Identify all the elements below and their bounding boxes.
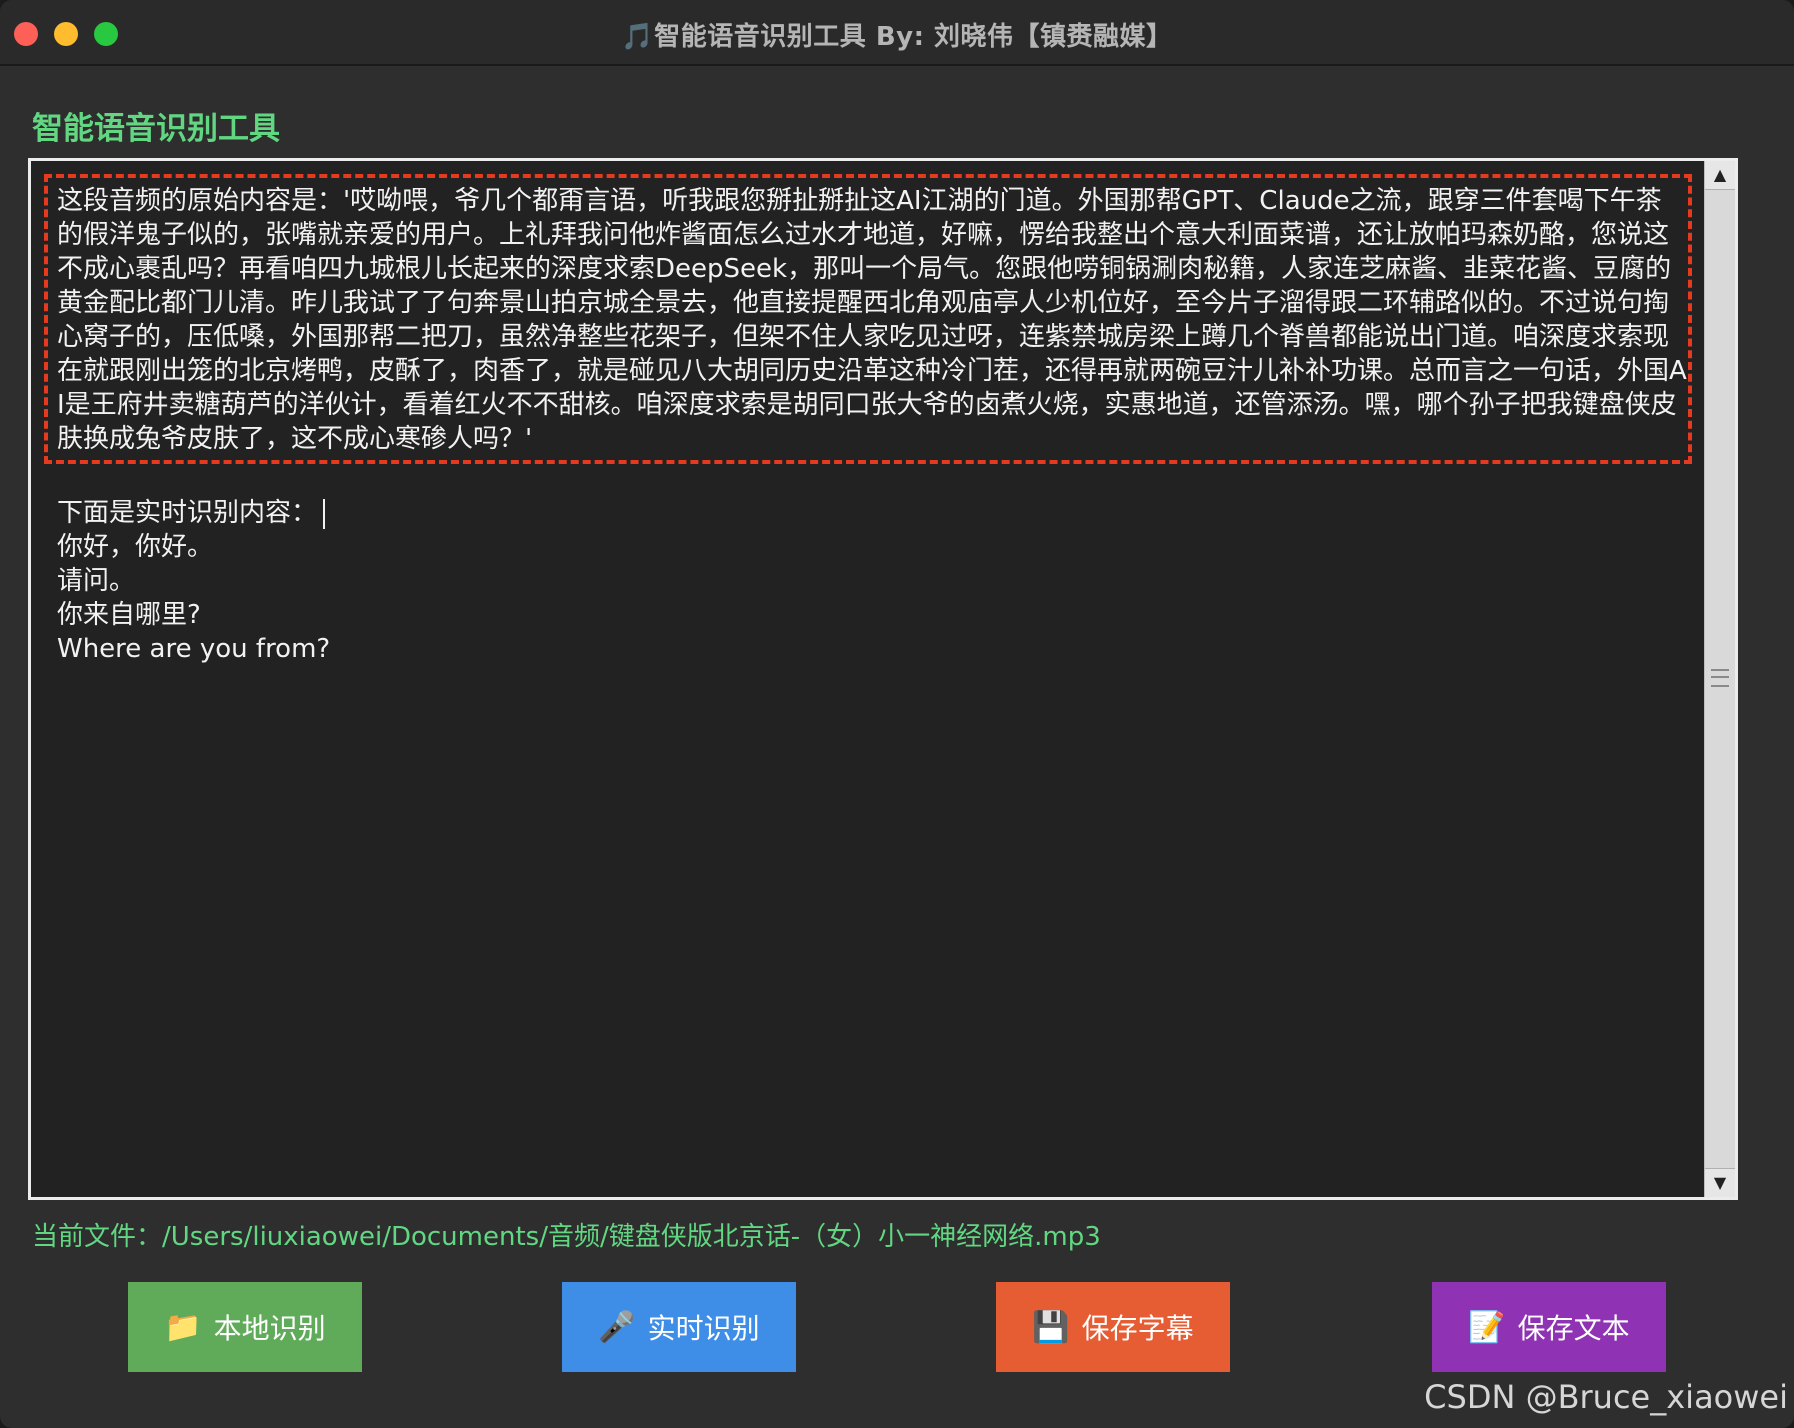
transcript-text-area[interactable]: 这段音频的原始内容是：'哎呦喂，爷几个都甭言语，听我跟您掰扯掰扯这AI江湖的门道… bbox=[34, 164, 1704, 1194]
current-file-status: 当前文件：/Users/liuxiaowei/Documents/音频/键盘侠版… bbox=[32, 1216, 1101, 1253]
local-recognition-label: 本地识别 bbox=[213, 1313, 326, 1344]
scroll-down-arrow-icon[interactable]: ▼ bbox=[1705, 1168, 1735, 1197]
transcript-text-box[interactable]: 这段音频的原始内容是：'哎呦喂，爷几个都甭言语，听我跟您掰扯掰扯这AI江湖的门道… bbox=[28, 158, 1738, 1200]
scroll-up-arrow-icon[interactable]: ▲ bbox=[1705, 161, 1735, 190]
save-subtitles-label: 保存字幕 bbox=[1081, 1313, 1194, 1344]
save-text-button[interactable]: 📝 保存文本 bbox=[1432, 1282, 1666, 1372]
memo-icon: 📝 bbox=[1468, 1310, 1506, 1344]
realtime-header-line: 下面是实时识别内容： bbox=[57, 496, 1687, 530]
transcript-content: 这段音频的原始内容是：'哎呦喂，爷几个都甭言语，听我跟您掰扯掰扯这AI江湖的门道… bbox=[57, 184, 1687, 666]
realtime-recognition-button[interactable]: 🎤 实时识别 bbox=[562, 1282, 796, 1372]
realtime-line: 你来自哪里? bbox=[57, 600, 201, 630]
original-text: 这段音频的原始内容是：'哎呦喂，爷几个都甭言语，听我跟您掰扯掰扯这AI江湖的门道… bbox=[57, 186, 1687, 454]
watermark: CSDN @Bruce_xiaowei bbox=[1424, 1378, 1788, 1416]
realtime-header: 下面是实时识别内容： bbox=[57, 498, 318, 528]
app-title: 智能语音识别工具 bbox=[32, 111, 280, 147]
realtime-line: 你好，你好。 bbox=[57, 532, 214, 562]
vertical-scrollbar[interactable]: ▲ ▼ bbox=[1704, 161, 1735, 1197]
realtime-recognition-label: 实时识别 bbox=[647, 1313, 760, 1344]
microphone-icon: 🎤 bbox=[598, 1310, 636, 1344]
realtime-results: 下面是实时识别内容： 你好，你好。 请问。 你来自哪里? Where are y… bbox=[57, 496, 1687, 666]
folder-icon: 📁 bbox=[164, 1310, 202, 1344]
text-cursor bbox=[323, 498, 326, 529]
title-bar[interactable]: 🎵智能语音识别工具 By: 刘晓伟【镇赉融媒】 bbox=[0, 0, 1794, 66]
scrollbar-grip-icon[interactable] bbox=[1711, 669, 1729, 687]
realtime-line: Where are you from? bbox=[57, 634, 331, 664]
current-file-path: /Users/liuxiaowei/Documents/音频/键盘侠版北京话-（… bbox=[162, 1222, 1101, 1252]
app-window: 🎵智能语音识别工具 By: 刘晓伟【镇赉融媒】 智能语音识别工具 这段音频的原始… bbox=[0, 0, 1794, 1428]
local-recognition-button[interactable]: 📁 本地识别 bbox=[128, 1282, 362, 1372]
realtime-line: 请问。 bbox=[57, 566, 136, 596]
window-title: 🎵智能语音识别工具 By: 刘晓伟【镇赉融媒】 bbox=[621, 22, 1173, 52]
save-subtitles-button[interactable]: 💾 保存字幕 bbox=[996, 1282, 1230, 1372]
floppy-disk-icon: 💾 bbox=[1032, 1310, 1070, 1344]
current-file-label: 当前文件： bbox=[32, 1222, 163, 1252]
save-text-label: 保存文本 bbox=[1517, 1313, 1630, 1344]
